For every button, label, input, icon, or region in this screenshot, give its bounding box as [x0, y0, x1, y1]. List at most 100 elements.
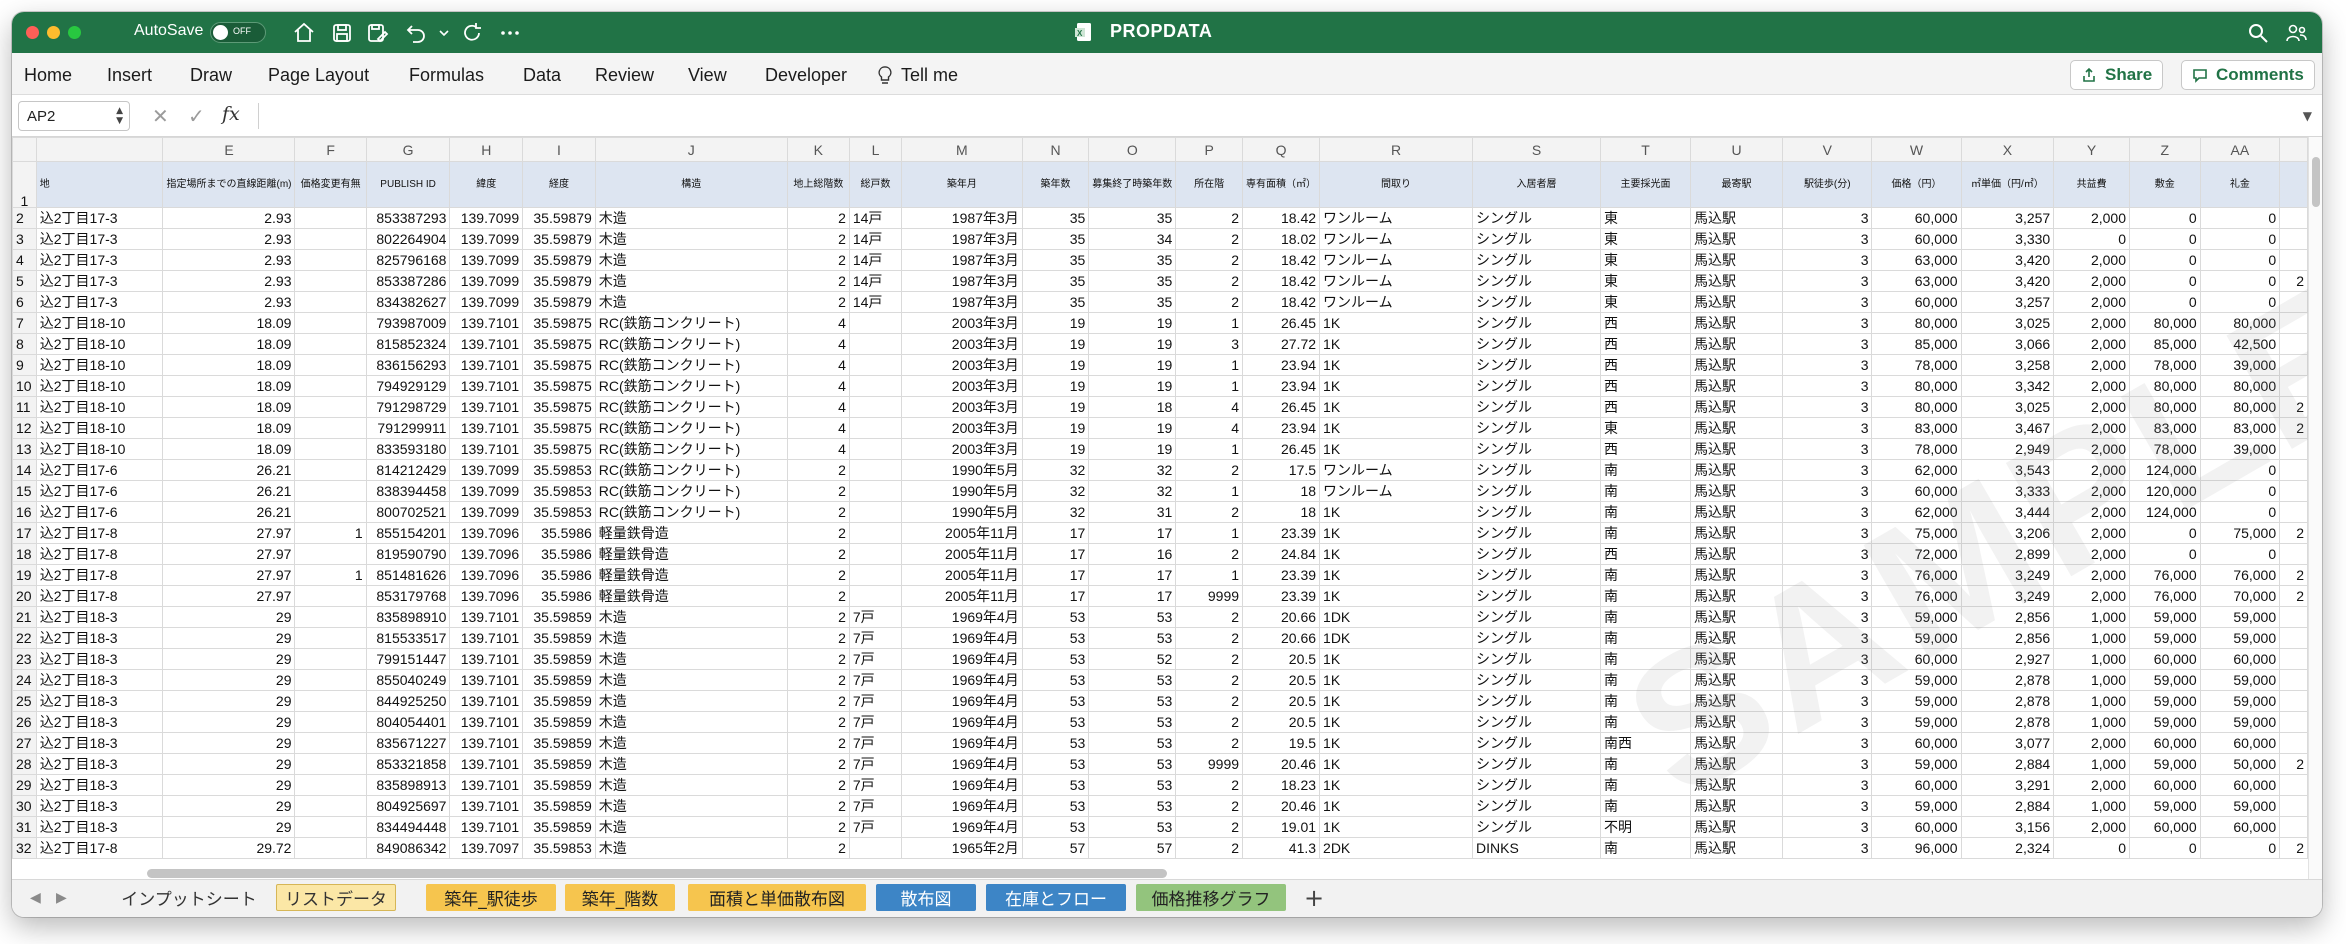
cell[interactable]: 馬込駅: [1689, 480, 1784, 502]
next-sheet-icon[interactable]: ▶: [56, 890, 67, 906]
header-cell[interactable]: 共益費: [2053, 161, 2130, 208]
cell[interactable]: 35.59875: [522, 396, 596, 418]
cell[interactable]: 1,000: [2053, 627, 2130, 649]
vertical-scroll-thumb[interactable]: [2312, 157, 2320, 207]
cell[interactable]: 2: [786, 816, 850, 838]
sheet-tab[interactable]: 価格推移グラフ: [1136, 884, 1286, 911]
cell[interactable]: 62,000: [1871, 459, 1962, 481]
cell[interactable]: 834494448: [365, 816, 451, 838]
row-number[interactable]: 17: [12, 522, 37, 544]
cell[interactable]: [294, 837, 367, 859]
cell[interactable]: 2: [786, 543, 850, 565]
cell[interactable]: 3: [1175, 333, 1244, 355]
cell[interactable]: 1K: [1319, 543, 1473, 565]
cell[interactable]: 木造: [594, 669, 788, 691]
cell[interactable]: 139.7099: [449, 228, 524, 250]
cell[interactable]: 844925250: [365, 690, 451, 712]
cell[interactable]: 0: [2129, 249, 2201, 271]
cell[interactable]: 馬込駅: [1689, 312, 1784, 334]
cell[interactable]: 込2丁目18-3: [35, 669, 164, 691]
cell[interactable]: 木造: [594, 606, 788, 628]
row-number[interactable]: 23: [12, 648, 37, 670]
redo-icon[interactable]: [460, 21, 484, 45]
minimize-window-button[interactable]: [47, 26, 60, 39]
cell[interactable]: 139.7101: [449, 690, 524, 712]
cell[interactable]: シングル: [1471, 501, 1602, 523]
undo-icon[interactable]: [404, 21, 428, 45]
cell[interactable]: 32: [1021, 459, 1090, 481]
cell[interactable]: 23.39: [1242, 522, 1321, 544]
cell[interactable]: 馬込駅: [1689, 690, 1784, 712]
cell[interactable]: 木造: [594, 732, 788, 754]
cell[interactable]: 南: [1600, 522, 1691, 544]
cell[interactable]: 35.59859: [522, 669, 596, 691]
cell[interactable]: [2279, 480, 2308, 502]
cell[interactable]: シングル: [1471, 690, 1602, 712]
cell[interactable]: 27.72: [1242, 333, 1321, 355]
cell[interactable]: 35: [1021, 249, 1090, 271]
cell[interactable]: 1990年5月: [901, 480, 1023, 502]
cell[interactable]: 込2丁目18-3: [35, 774, 164, 796]
cell[interactable]: 込2丁目18-3: [35, 627, 164, 649]
cell[interactable]: DINKS: [1471, 837, 1602, 859]
cell[interactable]: 2005年11月: [901, 522, 1023, 544]
cell[interactable]: 1K: [1319, 774, 1473, 796]
cell[interactable]: 1969年4月: [901, 711, 1023, 733]
cell[interactable]: 3,330: [1960, 228, 2055, 250]
cell[interactable]: 19: [1088, 438, 1177, 460]
cell[interactable]: 7戸: [848, 795, 903, 817]
cell[interactable]: 南: [1600, 564, 1691, 586]
row-number[interactable]: 10: [12, 375, 37, 397]
cell[interactable]: 23.94: [1242, 375, 1321, 397]
cell[interactable]: 込2丁目17-8: [35, 522, 164, 544]
cell[interactable]: 29: [162, 627, 296, 649]
cell[interactable]: 17: [1088, 564, 1177, 586]
header-cell[interactable]: 主要採光面: [1600, 161, 1691, 208]
cell[interactable]: 139.7101: [449, 375, 524, 397]
cell[interactable]: 139.7101: [449, 438, 524, 460]
cell[interactable]: 18.42: [1242, 270, 1321, 292]
cell[interactable]: 3: [1782, 354, 1873, 376]
cell[interactable]: 3,066: [1960, 333, 2055, 355]
cell[interactable]: シングル: [1471, 438, 1602, 460]
cell[interactable]: [2279, 354, 2308, 376]
share-button[interactable]: Share: [2070, 60, 2164, 90]
cell[interactable]: シングル: [1471, 711, 1602, 733]
cell[interactable]: 2: [786, 564, 850, 586]
cell[interactable]: 83,000: [1871, 417, 1962, 439]
cell[interactable]: 18: [1242, 501, 1321, 523]
cell[interactable]: 3: [1782, 837, 1873, 859]
column-header[interactable]: G: [365, 137, 451, 162]
cell[interactable]: [848, 312, 903, 334]
cell[interactable]: 1,000: [2053, 606, 2130, 628]
cell[interactable]: 2003年3月: [901, 354, 1023, 376]
cell[interactable]: 851481626: [365, 564, 451, 586]
cell[interactable]: 1,000: [2053, 690, 2130, 712]
cell[interactable]: [2279, 228, 2308, 250]
maximize-window-button[interactable]: [68, 26, 81, 39]
cell[interactable]: 南西: [1600, 732, 1691, 754]
cell[interactable]: 853179768: [365, 585, 451, 607]
cell[interactable]: 53: [1021, 690, 1090, 712]
cell[interactable]: 53: [1088, 774, 1177, 796]
cell[interactable]: 20.5: [1242, 648, 1321, 670]
cell[interactable]: 35.59879: [522, 270, 596, 292]
cell[interactable]: 139.7101: [449, 816, 524, 838]
cell[interactable]: 3: [1782, 711, 1873, 733]
cell[interactable]: [2279, 543, 2308, 565]
cell[interactable]: 1987年3月: [901, 249, 1023, 271]
cell[interactable]: 3,025: [1960, 312, 2055, 334]
cell[interactable]: 0: [2199, 228, 2281, 250]
column-header[interactable]: O: [1088, 137, 1177, 162]
cell[interactable]: 60,000: [2199, 816, 2281, 838]
cell[interactable]: 0: [2199, 270, 2281, 292]
cell[interactable]: [848, 585, 903, 607]
cell[interactable]: 32: [1088, 480, 1177, 502]
cell[interactable]: 不明: [1600, 816, 1691, 838]
cell[interactable]: 軽量鉄骨造: [594, 522, 788, 544]
cell[interactable]: 2: [2279, 396, 2308, 418]
cell[interactable]: 19: [1088, 312, 1177, 334]
cell[interactable]: 0: [2199, 837, 2281, 859]
cell[interactable]: [294, 543, 367, 565]
cell[interactable]: 2: [1175, 228, 1244, 250]
